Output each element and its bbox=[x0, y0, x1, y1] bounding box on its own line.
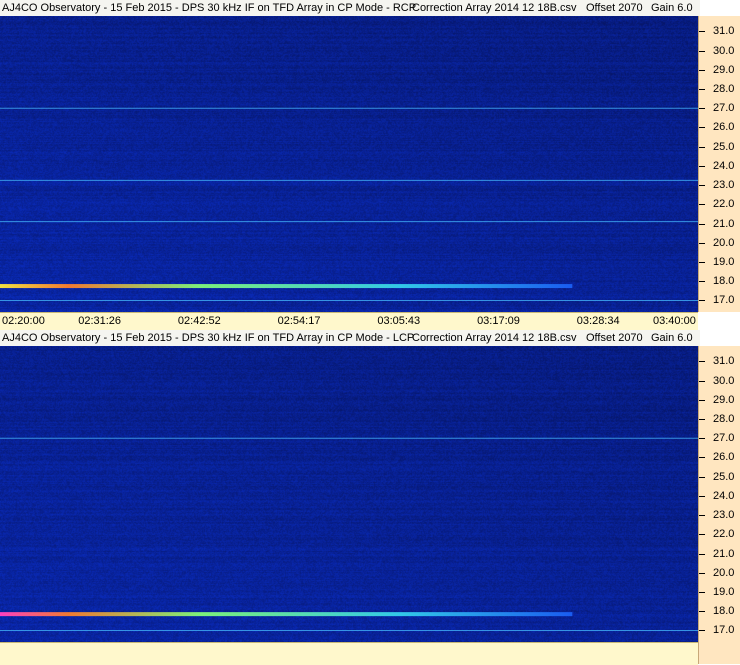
y-tick-label: 22.0 bbox=[713, 198, 735, 211]
x-tick-label: 02:54:17 bbox=[277, 315, 321, 327]
y-tick bbox=[699, 281, 705, 283]
y-tick bbox=[699, 127, 705, 129]
rcp-title-bar: AJ4CO Observatory - 15 Feb 2015 - DPS 30… bbox=[0, 0, 700, 17]
y-tick bbox=[699, 515, 705, 517]
y-tick bbox=[699, 31, 705, 33]
y-tick-label: 19.0 bbox=[713, 256, 735, 269]
y-tick-label: 29.0 bbox=[713, 63, 735, 76]
y-tick-label: 19.0 bbox=[713, 586, 735, 599]
y-tick bbox=[699, 146, 705, 148]
rcp-title: AJ4CO Observatory - 15 Feb 2015 - DPS 30… bbox=[2, 2, 417, 14]
y-tick bbox=[699, 223, 705, 225]
x-tick-label: 02:20:00 bbox=[2, 315, 45, 327]
y-tick-label: 17.0 bbox=[713, 294, 735, 307]
y-tick-label: 20.0 bbox=[713, 566, 735, 579]
lcp-feature-layer bbox=[0, 437, 698, 631]
y-tick-label: 31.0 bbox=[713, 25, 735, 38]
y-tick bbox=[699, 300, 705, 302]
lcp-panel: AJ4CO Observatory - 15 Feb 2015 - DPS 30… bbox=[0, 330, 740, 665]
y-tick-label: 22.0 bbox=[713, 528, 735, 541]
y-tick-label: 28.0 bbox=[713, 413, 735, 426]
y-tick-label: 27.0 bbox=[713, 432, 735, 445]
y-tick bbox=[699, 476, 705, 478]
rcp-spectrogram bbox=[0, 16, 698, 312]
lcp-correction-label: Correction Array 2014 12 18B.csv bbox=[412, 332, 577, 344]
y-tick-label: 23.0 bbox=[713, 509, 735, 522]
lcp-offset-label: Offset 2070 bbox=[586, 332, 643, 344]
y-tick bbox=[699, 50, 705, 52]
rcp-gain-label: Gain 6.0 bbox=[651, 2, 693, 14]
y-tick-label: 29.0 bbox=[713, 393, 735, 406]
y-tick-label: 26.0 bbox=[713, 121, 735, 134]
lcp-frequency-axis: 31.0 30.0 29.0 28.0 27.0 26.0 25.0 24.0 23.0 22.0… bbox=[698, 346, 740, 664]
y-tick bbox=[699, 242, 705, 244]
y-tick bbox=[699, 438, 705, 440]
y-tick-label: 18.0 bbox=[713, 605, 735, 618]
x-tick-label: 02:42:52 bbox=[177, 315, 221, 327]
rcp-correction-label: Correction Array 2014 12 18B.csv bbox=[412, 2, 577, 14]
x-tick-label: 03:17:09 bbox=[477, 315, 520, 327]
lcp-title-bar: AJ4CO Observatory - 15 Feb 2015 - DPS 30… bbox=[0, 330, 700, 347]
lcp-title: AJ4CO Observatory - 15 Feb 2015 - DPS 30… bbox=[2, 332, 415, 344]
y-tick bbox=[699, 592, 705, 594]
y-tick-label: 26.0 bbox=[713, 451, 735, 464]
y-tick-label: 21.0 bbox=[713, 217, 735, 230]
x-tick-label: 02:31:26 bbox=[78, 315, 122, 327]
y-tick bbox=[699, 611, 705, 613]
lcp-gain-label: Gain 6.0 bbox=[651, 332, 693, 344]
rcp-offset-label: Offset 2070 bbox=[586, 2, 643, 14]
y-tick bbox=[699, 419, 705, 421]
lcp-spectrogram bbox=[0, 346, 698, 642]
y-tick-label: 21.0 bbox=[713, 547, 735, 560]
rcp-panel: AJ4CO Observatory - 15 Feb 2015 - DPS 30… bbox=[0, 0, 740, 331]
y-tick-label: 18.0 bbox=[713, 275, 735, 288]
y-tick-label: 24.0 bbox=[713, 159, 735, 172]
y-tick bbox=[699, 108, 705, 110]
y-tick bbox=[699, 457, 705, 459]
x-tick-label: 03:40:00 bbox=[653, 315, 696, 327]
y-tick-label: 28.0 bbox=[713, 83, 735, 96]
y-tick-label: 24.0 bbox=[713, 489, 735, 502]
burst-band bbox=[0, 612, 573, 617]
y-tick-label: 31.0 bbox=[713, 355, 735, 368]
y-tick bbox=[699, 69, 705, 71]
y-tick-label: 17.0 bbox=[713, 624, 735, 637]
y-tick bbox=[699, 380, 705, 382]
y-tick bbox=[699, 534, 705, 536]
y-tick bbox=[699, 185, 705, 187]
y-tick bbox=[699, 165, 705, 167]
y-tick bbox=[699, 89, 705, 91]
y-tick bbox=[699, 495, 705, 497]
y-tick bbox=[699, 204, 705, 206]
y-tick-label: 25.0 bbox=[713, 470, 735, 483]
y-tick bbox=[699, 262, 705, 264]
rcp-time-axis: 02:20:00 02:31:26 02:42:52 02:54:17 03:05:43… bbox=[0, 312, 698, 331]
burst-band bbox=[0, 284, 573, 289]
lcp-time-axis bbox=[0, 642, 698, 665]
y-tick-label: 20.0 bbox=[713, 236, 735, 249]
x-tick-label: 03:28:34 bbox=[576, 315, 620, 327]
rcp-feature-layer bbox=[0, 107, 698, 301]
y-tick bbox=[699, 361, 705, 363]
y-tick bbox=[699, 399, 705, 401]
y-tick-label: 25.0 bbox=[713, 140, 735, 153]
x-tick-label: 03:05:43 bbox=[377, 315, 421, 327]
y-tick-label: 30.0 bbox=[713, 374, 735, 387]
rcp-frequency-axis: 31.0 30.0 29.0 28.0 27.0 26.0 25.0 24.0 23.0 22.0… bbox=[698, 16, 740, 312]
y-tick-label: 27.0 bbox=[713, 102, 735, 115]
y-tick bbox=[699, 572, 705, 574]
y-tick-label: 23.0 bbox=[713, 179, 735, 192]
y-tick bbox=[699, 553, 705, 555]
y-tick bbox=[699, 630, 705, 632]
y-tick-label: 30.0 bbox=[713, 44, 735, 57]
